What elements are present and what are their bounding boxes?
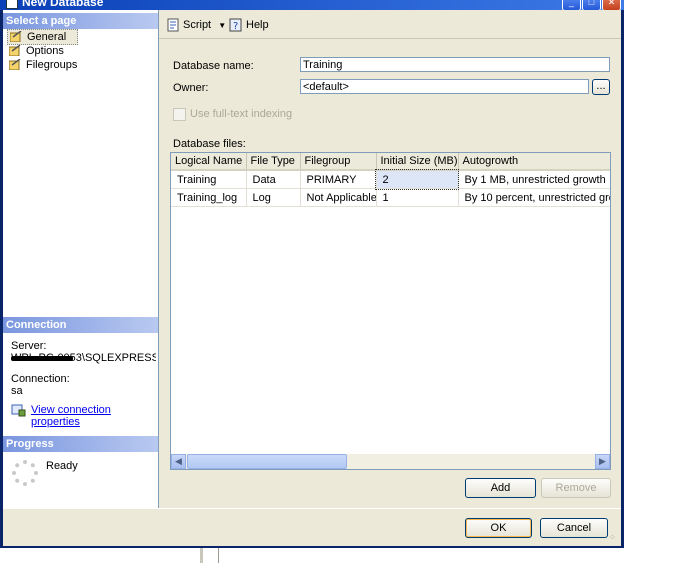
horizontal-scrollbar[interactable]: ◀ ▶ [171, 454, 610, 469]
toolbar: Script ▼ ? Help [159, 10, 621, 39]
page-filegroups[interactable]: Filegroups [7, 58, 77, 72]
connection-value: sa [11, 385, 23, 397]
column-header[interactable]: File Type [246, 153, 301, 171]
select-page-header: Select a page [3, 13, 158, 29]
initial-size-cell[interactable]: 1 [376, 188, 459, 207]
svg-text:?: ? [233, 21, 238, 32]
script-icon [167, 18, 179, 32]
file-type-cell[interactable]: Log [246, 188, 301, 207]
help-button[interactable]: ? Help [229, 17, 269, 33]
window-title: New Database [22, 0, 104, 9]
dialog-window: New Database _ □ ✕ Select a page General… [0, 0, 624, 548]
files-table: Logical Name File Type Filegroup Initial… [171, 153, 610, 207]
filegroup-cell[interactable]: Not Applicable [300, 188, 377, 207]
column-header[interactable]: Initial Size (MB) [376, 153, 459, 171]
autogrowth-cell[interactable]: By 1 MB, unrestricted growth [458, 170, 610, 189]
page-icon [9, 45, 21, 56]
resize-grip-icon[interactable]: ⁘ [609, 534, 619, 545]
database-files-grid[interactable]: Logical Name File Type Filegroup Initial… [170, 152, 611, 470]
scroll-thumb[interactable] [187, 454, 347, 469]
dialog-footer: OK Cancel ⁘ [3, 508, 621, 547]
page-icon [9, 59, 21, 70]
close-button[interactable]: ✕ [602, 0, 621, 10]
database-name-input[interactable] [300, 57, 610, 72]
ok-button[interactable]: OK [465, 518, 532, 538]
fulltext-checkbox[interactable] [173, 108, 186, 121]
column-header[interactable]: Logical Name [171, 153, 247, 171]
connection-header: Connection [3, 317, 158, 333]
database-files-label: Database files: [173, 138, 246, 150]
maximize-button[interactable]: □ [582, 0, 601, 10]
logical-name-cell[interactable]: Training [171, 170, 247, 189]
column-header[interactable]: Autogrowth [458, 153, 610, 171]
owner-label: Owner: [173, 82, 209, 94]
minimize-button[interactable]: _ [562, 0, 581, 10]
progress-status: Ready [46, 460, 78, 472]
title-bar[interactable]: New Database _ □ ✕ [0, 0, 624, 10]
table-row[interactable]: Training Data PRIMARY 2 By 1 MB, unrestr… [171, 169, 610, 190]
table-header-row: Logical Name File Type Filegroup Initial… [171, 153, 610, 171]
dialog-client: Select a page General Options Filegroups… [3, 10, 621, 546]
file-type-cell[interactable]: Data [246, 170, 301, 189]
help-icon: ? [229, 18, 242, 32]
autogrowth-cell[interactable]: By 10 percent, unrestricted growth [458, 188, 610, 207]
script-label: Script [183, 19, 212, 31]
scroll-left-icon[interactable]: ◀ [171, 454, 186, 469]
background-window [218, 548, 629, 563]
progress-spinner-icon [12, 460, 38, 486]
server-label: Server: [11, 340, 47, 352]
server-value: WPL-PC-0053\SQLEXPRESS [11, 352, 156, 364]
initial-size-cell[interactable]: 2 [375, 169, 459, 190]
page-filegroups-label: Filegroups [26, 59, 78, 71]
properties-icon [11, 404, 26, 417]
filegroup-cell[interactable]: PRIMARY [300, 170, 377, 189]
database-name-label: Database name: [173, 60, 254, 72]
logical-name-cell[interactable]: Training_log [171, 188, 247, 207]
redaction-mark [11, 356, 73, 361]
add-button[interactable]: Add [465, 478, 536, 498]
connection-label: Connection: [11, 373, 70, 385]
progress-header: Progress [3, 436, 158, 452]
view-connection-properties-label[interactable]: View connection properties [31, 404, 111, 428]
page-options[interactable]: Options [7, 44, 64, 58]
remove-button[interactable]: Remove [541, 478, 611, 498]
table-row[interactable]: Training_log Log Not Applicable 1 By 10 … [171, 188, 610, 207]
page-general[interactable]: General [7, 29, 78, 45]
script-button[interactable]: Script ▼ [166, 17, 226, 33]
right-pane: Script ▼ ? Help Database name: Owner: ..… [159, 10, 621, 508]
chevron-down-icon[interactable]: ▼ [218, 21, 226, 30]
scroll-right-icon[interactable]: ▶ [595, 454, 610, 469]
column-header[interactable]: Filegroup [300, 153, 377, 171]
view-connection-properties[interactable]: View connection properties [11, 404, 158, 428]
help-label: Help [246, 19, 269, 31]
page-general-label: General [27, 31, 67, 43]
owner-browse-button[interactable]: ... [592, 79, 610, 95]
background-window-edge [200, 548, 203, 563]
page-icon [10, 31, 22, 42]
page-options-label: Options [26, 45, 64, 57]
database-icon [6, 0, 18, 9]
left-pane: Select a page General Options Filegroups… [3, 10, 159, 508]
fulltext-label: Use full-text indexing [190, 108, 293, 120]
owner-input[interactable] [300, 79, 589, 94]
cancel-button[interactable]: Cancel [540, 518, 608, 538]
